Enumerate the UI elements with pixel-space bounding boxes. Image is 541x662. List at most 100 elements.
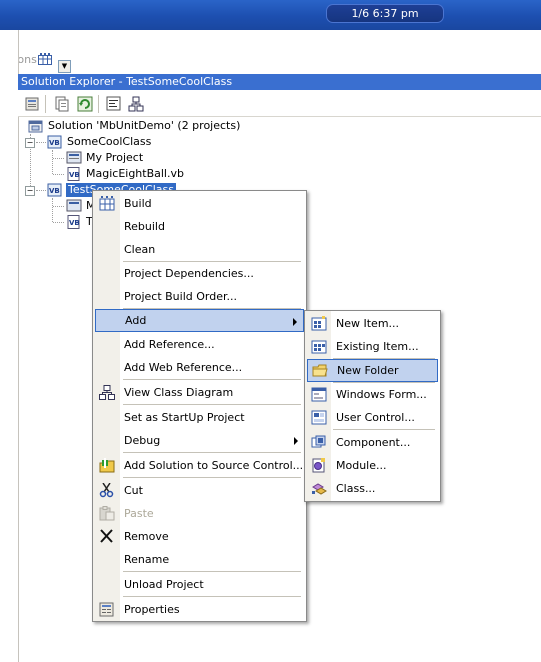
scissors-icon — [99, 482, 115, 498]
solution-explorer-toolbar — [18, 90, 541, 117]
menu-item-build[interactable]: Build — [93, 192, 304, 215]
toolbar-separator — [45, 95, 46, 113]
menu-item-set-startup-project[interactable]: Set as StartUp Project — [93, 406, 304, 429]
menu-item-add-reference[interactable]: Add Reference... — [93, 333, 304, 356]
new-item-icon — [311, 316, 327, 331]
menu-item-label: Remove — [124, 530, 169, 543]
tree-guide-line — [36, 142, 46, 143]
paste-icon — [99, 506, 115, 521]
tree-file-node[interactable]: MagicEightBall.vb — [86, 167, 184, 180]
component-icon — [311, 435, 327, 450]
submenu-arrow-icon — [293, 318, 297, 326]
properties-toolbar-icon[interactable] — [25, 96, 41, 112]
menu-separator — [123, 571, 301, 572]
view-code-icon[interactable] — [106, 96, 122, 112]
menu-item-label: Rebuild — [124, 220, 165, 233]
menu-item-label: Add Web Reference... — [124, 361, 243, 374]
vb-file-icon: VB — [66, 167, 82, 181]
tree-guide-line — [53, 174, 64, 175]
tree-file-node[interactable]: My Project — [86, 151, 143, 164]
menu-item-debug[interactable]: Debug — [93, 429, 304, 452]
toolbar-dropdown-button[interactable]: ▼ — [58, 60, 71, 73]
menu-item-add[interactable]: Add — [95, 309, 304, 332]
menu-item-label: Project Dependencies... — [124, 267, 254, 280]
menu-separator — [123, 404, 301, 405]
menu-item-view-class-diagram[interactable]: View Class Diagram — [93, 381, 304, 404]
menu-item-cut[interactable]: Cut — [93, 479, 304, 502]
menu-item-properties[interactable]: Properties — [93, 598, 304, 621]
collapse-toggle[interactable]: − — [25, 138, 35, 148]
main-toolbar — [0, 30, 541, 74]
menu-item-label: View Class Diagram — [124, 386, 234, 399]
tree-solution-node[interactable]: Solution 'MbUnitDemo' (2 projects) — [48, 119, 240, 132]
tree-project-node[interactable]: SomeCoolClass — [67, 135, 151, 148]
toolbar-separator — [98, 95, 99, 113]
menu-item-add-web-reference[interactable]: Add Web Reference... — [93, 356, 304, 379]
submenu-item-component[interactable]: Component... — [305, 431, 438, 454]
svg-text:VB: VB — [69, 171, 80, 179]
submenu-item-module[interactable]: Module... — [305, 454, 438, 477]
menu-item-rename[interactable]: Rename — [93, 548, 304, 571]
menu-item-label: Properties — [124, 603, 180, 616]
taskbar-clock[interactable]: 1/6 6:37 pm — [326, 4, 444, 23]
menu-item-label: Paste — [124, 507, 154, 520]
user-control-icon — [311, 410, 327, 425]
menu-item-label: Unload Project — [124, 578, 204, 591]
menu-item-remove[interactable]: Remove — [93, 525, 304, 548]
menu-item-label: Rename — [124, 553, 170, 566]
menu-item-paste[interactable]: Paste — [93, 502, 304, 525]
tree-guide-line — [53, 158, 64, 159]
menu-item-project-dependencies[interactable]: Project Dependencies... — [93, 262, 304, 285]
class-diagram-toolbar-icon[interactable] — [128, 96, 144, 112]
my-project-icon — [66, 151, 82, 165]
toolbar-grid-icon[interactable] — [38, 53, 52, 65]
windows-form-icon — [311, 387, 327, 402]
class-icon — [311, 481, 327, 496]
menu-item-label: New Folder — [337, 364, 399, 377]
source-control-icon — [99, 458, 115, 473]
menu-separator — [123, 477, 301, 478]
menu-item-label: Cut — [124, 484, 143, 497]
menu-item-label: User Control... — [336, 411, 415, 424]
menu-item-label: Class... — [336, 482, 376, 495]
menu-item-label: Add Reference... — [124, 338, 215, 351]
tree-guide-line — [53, 222, 64, 223]
submenu-arrow-icon — [294, 437, 298, 445]
menu-item-clean[interactable]: Clean — [93, 238, 304, 261]
vb-project-icon: VB — [47, 135, 63, 149]
tree-guide-line — [52, 198, 53, 222]
menu-item-project-build-order[interactable]: Project Build Order... — [93, 285, 304, 308]
my-project-icon — [66, 199, 82, 213]
solution-explorer-title: Solution Explorer - TestSomeCoolClass — [18, 74, 541, 90]
add-submenu: New Item... Existing Item... New Folder … — [304, 310, 441, 502]
menu-separator — [123, 596, 301, 597]
menu-item-label: Add — [125, 314, 147, 327]
submenu-item-new-folder[interactable]: New Folder — [307, 359, 438, 382]
tree-guide-line — [36, 190, 46, 191]
vb-project-icon: VB — [47, 183, 63, 197]
menu-item-unload-project[interactable]: Unload Project — [93, 573, 304, 596]
menu-separator — [333, 429, 435, 430]
refresh-icon[interactable] — [77, 96, 93, 112]
submenu-item-user-control[interactable]: User Control... — [305, 406, 438, 429]
svg-text:VB: VB — [69, 219, 80, 227]
show-all-files-icon[interactable] — [54, 96, 70, 112]
submenu-item-new-item[interactable]: New Item... — [305, 312, 438, 335]
submenu-item-windows-form[interactable]: Windows Form... — [305, 383, 438, 406]
properties-icon — [99, 602, 115, 617]
menu-item-label: Windows Form... — [336, 388, 427, 401]
svg-text:VB: VB — [49, 187, 60, 195]
menu-item-label: Set as StartUp Project — [124, 411, 245, 424]
submenu-item-existing-item[interactable]: Existing Item... — [305, 335, 438, 358]
submenu-item-class[interactable]: Class... — [305, 477, 438, 500]
menu-item-label: Existing Item... — [336, 340, 419, 353]
menu-item-label: Debug — [124, 434, 161, 447]
class-diagram-icon — [99, 385, 115, 400]
menu-item-add-solution-to-source-control[interactable]: Add Solution to Source Control... — [93, 454, 304, 477]
remove-x-icon — [99, 529, 115, 544]
menu-separator — [123, 452, 301, 453]
svg-text:VB: VB — [49, 139, 60, 147]
menu-item-rebuild[interactable]: Rebuild — [93, 215, 304, 238]
collapse-toggle[interactable]: − — [25, 186, 35, 196]
build-icon — [99, 196, 115, 211]
